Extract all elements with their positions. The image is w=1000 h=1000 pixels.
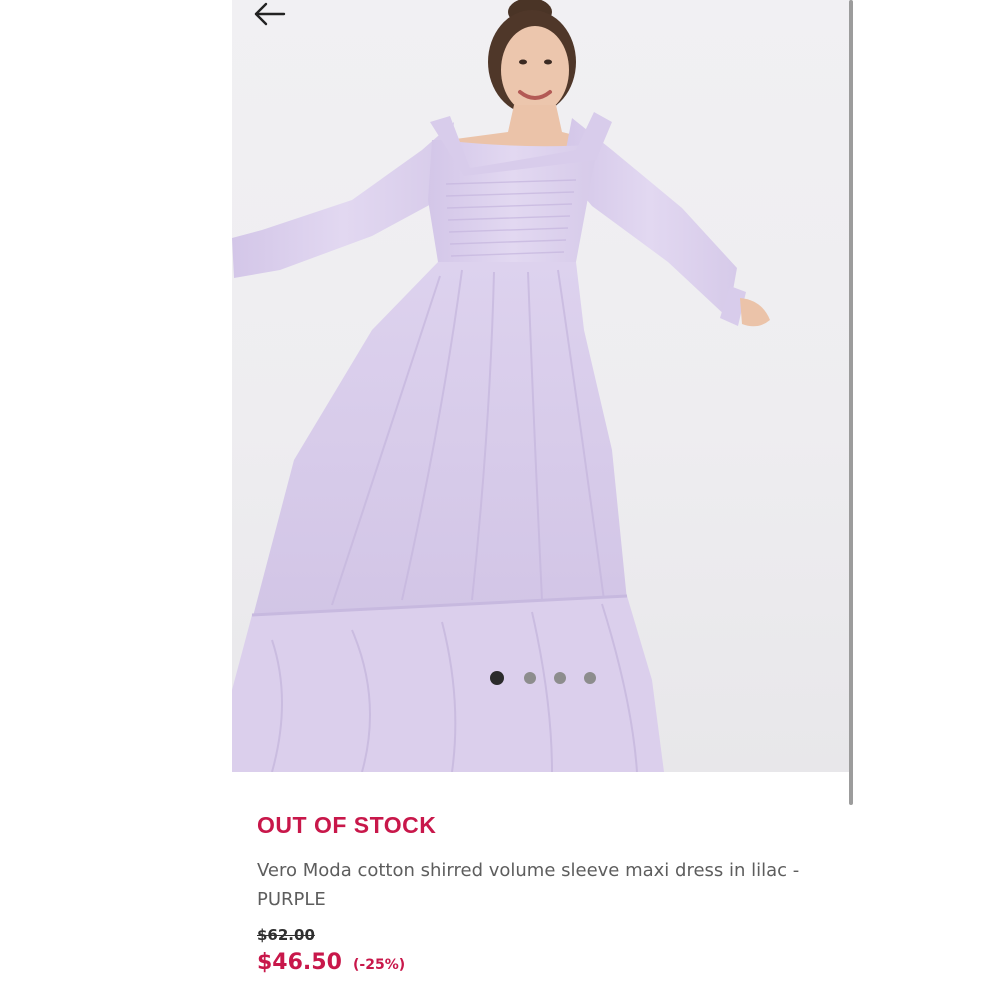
stock-status: OUT OF STOCK — [257, 812, 437, 838]
discount-badge: (-25%) — [353, 957, 406, 973]
sale-price-row: $46.50 (-25%) — [257, 950, 405, 975]
carousel-dot-1[interactable] — [490, 671, 504, 685]
scrollbar[interactable] — [849, 0, 853, 805]
arrow-left-icon — [254, 2, 286, 26]
sale-price: $46.50 — [257, 950, 342, 975]
carousel-dot-3[interactable] — [554, 672, 566, 684]
product-title: Vero Moda cotton shirred volume sleeve m… — [257, 860, 800, 910]
original-price: $62.00 — [257, 926, 315, 944]
carousel-dot-2[interactable] — [524, 672, 536, 684]
carousel-dot-4[interactable] — [584, 672, 596, 684]
image-carousel-indicator — [490, 670, 600, 686]
product-image[interactable] — [232, 0, 852, 772]
back-button[interactable] — [252, 0, 292, 30]
product-page: OUT OF STOCK Vero Moda cotton shirred vo… — [0, 0, 1000, 1000]
model-wearing-dress-illustration — [232, 0, 770, 772]
